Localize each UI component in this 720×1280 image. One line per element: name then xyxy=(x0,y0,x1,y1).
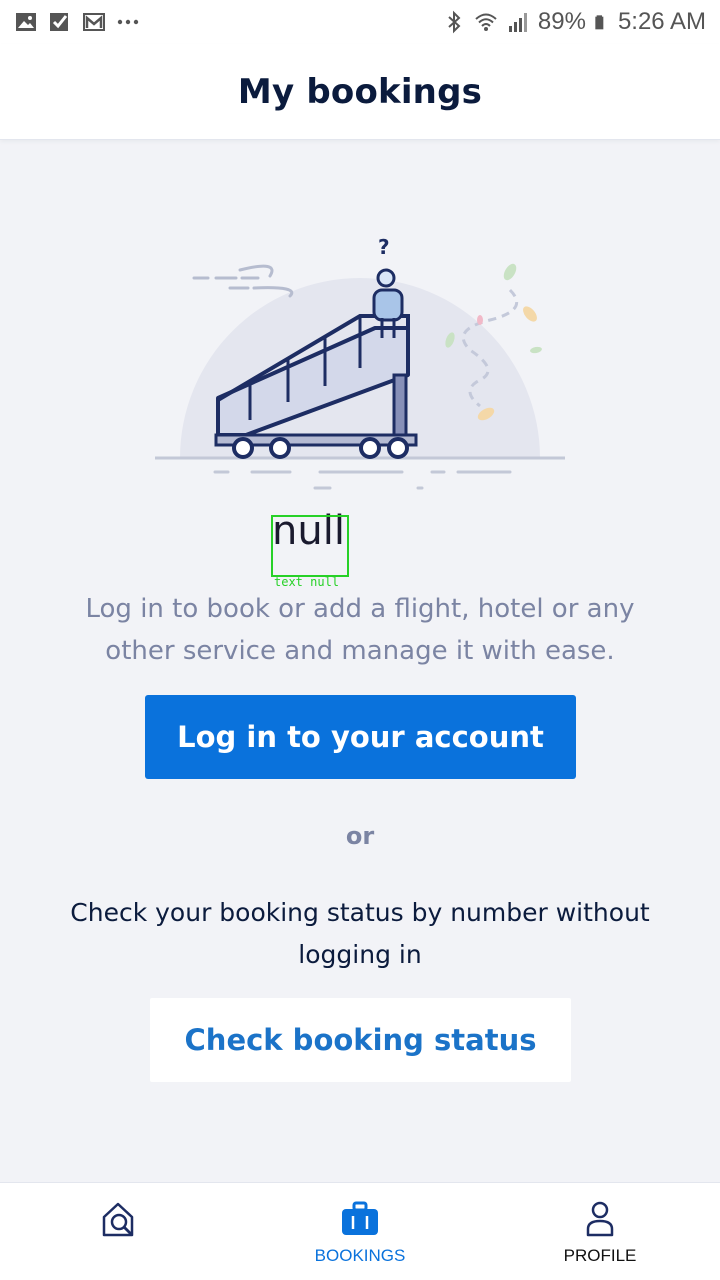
battery-percent: 89% xyxy=(537,8,586,35)
login-button[interactable]: Log in to your account xyxy=(145,695,576,779)
bluetooth-icon xyxy=(448,10,461,34)
check-icon xyxy=(50,13,68,31)
or-separator: or xyxy=(345,822,375,850)
page-title: My bookings xyxy=(237,71,483,112)
nav-item-bookings[interactable]: BOOKINGS xyxy=(240,1183,480,1280)
clock: 5:26 AM xyxy=(617,8,706,35)
status-left xyxy=(14,10,140,34)
check-status-description: Check your booking status by number with… xyxy=(70,898,650,969)
search-home-icon xyxy=(102,1202,134,1237)
debug-box-label: text null xyxy=(274,575,340,589)
briefcase-icon xyxy=(342,1201,378,1235)
nav-item-profile[interactable]: PROFILE xyxy=(480,1183,720,1280)
image-icon xyxy=(16,13,36,31)
battery-icon xyxy=(595,15,604,30)
debug-bounding-box xyxy=(271,515,349,577)
nav-item-search[interactable] xyxy=(0,1183,240,1280)
signal-icon xyxy=(508,13,527,32)
app-header: My bookings xyxy=(0,44,720,140)
status-bar: 89% 5:26 AM xyxy=(0,0,720,44)
gmail-icon xyxy=(83,13,105,31)
status-right: 89% 5:26 AM xyxy=(442,8,706,36)
more-icon xyxy=(117,19,139,25)
airstairs-illustration: ? xyxy=(155,235,565,490)
check-booking-status-button[interactable]: Check booking status xyxy=(150,998,571,1082)
nav-label-profile: PROFILE xyxy=(563,1246,637,1265)
svg-text:?: ? xyxy=(378,235,390,259)
login-description: Log in to book or add a flight, hotel or… xyxy=(85,594,635,666)
wifi-icon xyxy=(475,13,497,31)
bottom-nav: BOOKINGS PROFILE xyxy=(0,1182,720,1280)
nav-label-bookings: BOOKINGS xyxy=(314,1246,406,1265)
person-icon xyxy=(586,1201,614,1237)
